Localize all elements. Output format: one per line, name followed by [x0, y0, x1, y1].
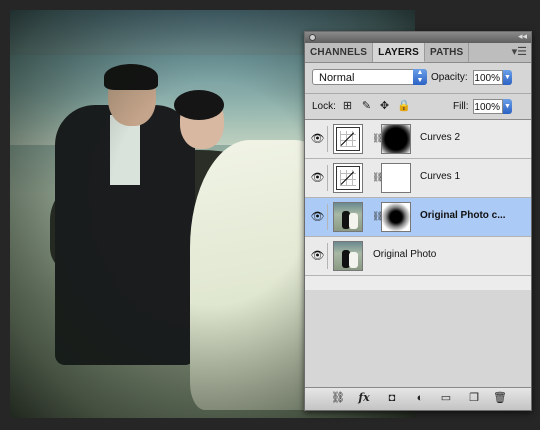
layer-name: Curves 2	[420, 132, 461, 143]
add-mask-icon[interactable]: ◘	[385, 392, 399, 404]
lock-position-icon[interactable]: ✥	[379, 101, 390, 112]
layers-panel: ◂◂ CHANNELS LAYERS PATHS ▾☰ Normal ▲ ▼ Op…	[304, 31, 532, 411]
fill-field[interactable]: 100%	[473, 99, 503, 114]
lock-fill-row: Lock: ⊞ ✎ ✥ 🔒 Fill: 100% ▼	[305, 94, 531, 120]
close-icon[interactable]	[309, 34, 316, 41]
tab-channels[interactable]: CHANNELS	[305, 43, 374, 62]
panel-titlebar[interactable]: ◂◂	[305, 31, 531, 43]
eye-icon[interactable]: 👁	[308, 204, 328, 230]
lock-all-icon[interactable]: 🔒	[397, 101, 411, 112]
eye-icon[interactable]: 👁	[308, 126, 328, 152]
tab-layers[interactable]: LAYERS	[373, 43, 426, 62]
fill-dropdown-icon[interactable]: ▼	[503, 99, 512, 114]
layer-name: Original Photo	[373, 249, 437, 260]
updown-arrows-icon: ▲ ▼	[413, 69, 427, 85]
blend-mode-value: Normal	[319, 72, 355, 84]
mask-thumbnail[interactable]	[381, 163, 411, 193]
fill-label: Fill:	[453, 101, 469, 112]
lock-transparent-icon[interactable]: ⊞	[342, 101, 353, 112]
link-layers-icon[interactable]: ⛓	[331, 392, 345, 404]
lock-label: Lock:	[312, 101, 336, 112]
curves-icon	[336, 127, 360, 151]
opacity-dropdown-icon[interactable]: ▼	[503, 70, 512, 85]
panel-tabs: CHANNELS LAYERS PATHS ▾☰	[305, 43, 531, 63]
layer-thumbnail	[333, 241, 363, 271]
layer-thumbnail	[333, 202, 363, 232]
layers-list: 👁 ⛓ Curves 2 👁 ⛓ Curves 1 👁 ⛓ Original P…	[305, 120, 531, 290]
lock-image-icon[interactable]: ✎	[361, 101, 372, 112]
double-chevron-icon[interactable]: ◂◂	[518, 31, 527, 42]
blend-mode-select[interactable]: Normal ▲ ▼	[312, 69, 427, 85]
adjustment-layer-icon[interactable]: ◐	[413, 392, 427, 404]
layer-row[interactable]: 👁 ⛓ Curves 2	[305, 120, 531, 159]
layer-row[interactable]: 👁 Original Photo	[305, 237, 531, 276]
adjustment-thumbnail	[333, 124, 363, 154]
mask-thumbnail[interactable]	[381, 202, 411, 232]
new-layer-icon[interactable]: ❐	[467, 392, 481, 404]
opacity-label: Opacity:	[431, 72, 468, 83]
curves-icon	[336, 166, 360, 190]
eye-icon[interactable]: 👁	[308, 243, 328, 269]
layer-name: Curves 1	[420, 171, 461, 182]
panel-bottom-toolbar: ⛓ fx ◘ ◐ ▭ ❐ 🗑	[305, 387, 531, 410]
adjustment-thumbnail	[333, 163, 363, 193]
tab-paths[interactable]: PATHS	[425, 43, 470, 62]
layer-name: Original Photo c...	[420, 210, 506, 221]
layer-row[interactable]: 👁 ⛓ Curves 1	[305, 159, 531, 198]
mask-thumbnail[interactable]	[381, 124, 411, 154]
fx-icon[interactable]: fx	[357, 392, 371, 404]
trash-icon[interactable]: 🗑	[493, 392, 507, 404]
new-group-icon[interactable]: ▭	[439, 392, 453, 404]
layer-row-selected[interactable]: 👁 ⛓ Original Photo c...	[305, 198, 531, 237]
panel-menu-icon[interactable]: ▾☰	[512, 45, 527, 58]
eye-icon[interactable]: 👁	[308, 165, 328, 191]
blend-opacity-row: Normal ▲ ▼ Opacity: 100% ▼	[305, 63, 531, 94]
opacity-field[interactable]: 100%	[473, 70, 503, 85]
